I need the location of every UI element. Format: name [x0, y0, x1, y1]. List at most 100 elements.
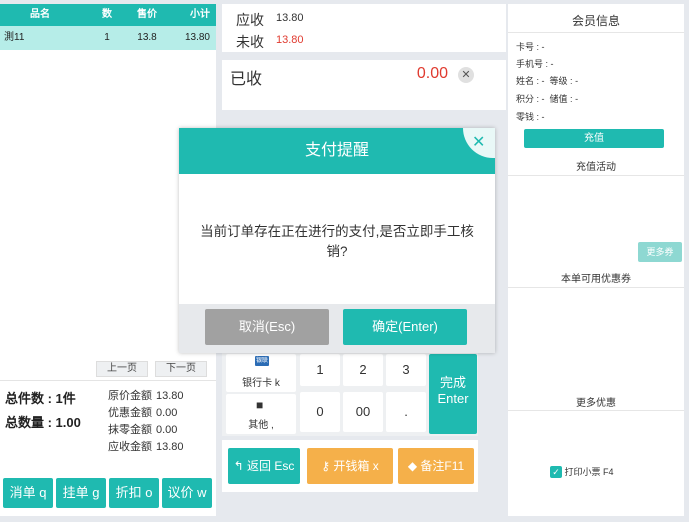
remark-label: 备注F11: [420, 459, 465, 473]
phone-label: 手机号 :: [516, 59, 549, 69]
receivable-amount-value: 13.80: [156, 441, 184, 453]
bargain-button[interactable]: 议价 w: [162, 478, 212, 508]
discount-amount-label: 优惠金额: [108, 407, 152, 419]
points-label: 积分 :: [516, 94, 540, 104]
change-balance: 零钱 : -: [516, 110, 545, 123]
divider: [508, 32, 684, 33]
payment-reminder-dialog: 支付提醒 ✕ 当前订单存在正在进行的支付,是否立即手工核销? 取消(Esc) 确…: [179, 128, 495, 353]
hold-order-button[interactable]: 挂单 g: [56, 478, 106, 508]
total-items: 总件数 : 1件: [5, 391, 76, 406]
checkbox-checked-icon[interactable]: ✓: [550, 465, 562, 478]
remark-button[interactable]: ◆ 备注F11: [398, 448, 474, 484]
original-amount-label: 原价金额: [108, 390, 152, 402]
cell-qty: 1: [104, 32, 110, 43]
due-value: 13.80: [276, 12, 304, 24]
name-label: 姓名 :: [516, 76, 540, 86]
recharge-button[interactable]: 充值: [524, 129, 664, 148]
unionpay-icon: 银联: [255, 356, 269, 366]
col-header-subtotal: 小计: [190, 9, 210, 20]
discount-amount: 优惠金额 0.00: [108, 404, 177, 420]
receivable-amount: 应收金额 13.80: [108, 438, 184, 454]
open-drawer-label: 开钱箱 x: [333, 459, 379, 473]
complete-button[interactable]: 完成 Enter: [429, 354, 477, 434]
divider: [508, 410, 684, 411]
bank-card-label: 银行卡 k: [242, 378, 280, 389]
other-payment-label: 其他 ,: [248, 420, 274, 431]
received-label: 已收: [230, 71, 263, 88]
cell-subtotal: 13.80: [184, 32, 210, 43]
divider: [508, 175, 684, 176]
prev-page-button[interactable]: 上一页: [96, 361, 148, 377]
more-coupons-button[interactable]: 更多券: [638, 242, 682, 262]
original-amount: 原价金额 13.80: [108, 387, 184, 403]
complete-key-label: Enter: [437, 391, 469, 406]
confirm-button[interactable]: 确定(Enter): [343, 309, 467, 345]
back-icon: ↰: [233, 459, 248, 473]
points-stored: 积分 : - 储值 : -: [516, 92, 578, 105]
back-label: 返回 Esc: [247, 459, 295, 473]
clear-received-icon[interactable]: ✕: [458, 67, 474, 83]
received-panel: 已收 0.00 ✕: [222, 60, 506, 110]
dialog-footer: 取消(Esc) 确定(Enter): [179, 304, 495, 353]
cancel-order-button[interactable]: 消单 q: [3, 478, 53, 508]
total-qty: 总数量 : 1.00: [5, 415, 81, 430]
print-receipt-label: 打印小票 F4: [564, 467, 614, 477]
dialog-title: 支付提醒: [179, 128, 495, 174]
col-header-name: 品名: [30, 9, 50, 20]
key-2[interactable]: 2: [343, 354, 383, 386]
key-icon: ⚷: [321, 459, 334, 473]
stored-value: -: [575, 94, 579, 104]
complete-label: 完成: [439, 375, 466, 390]
more-offers-title: 更多优惠: [576, 398, 616, 409]
other-payment-button[interactable]: ■ 其他 ,: [226, 394, 296, 434]
name-value: -: [541, 76, 545, 86]
dialog-message: 当前订单存在正在进行的支付,是否立即手工核销?: [200, 224, 474, 259]
cancel-button[interactable]: 取消(Esc): [205, 309, 329, 345]
stored-label: 储值 :: [549, 94, 573, 104]
divider: [0, 380, 216, 381]
rounding-amount-label: 抹零金额: [108, 424, 152, 436]
payment-keypad: 银联 银行卡 k ■ 其他 , 1 2 3 0 00 . 完成 Enter: [222, 350, 478, 436]
close-icon: ✕: [472, 134, 486, 151]
print-receipt-option[interactable]: ✓ 打印小票 F4: [550, 465, 614, 478]
card-value: -: [541, 42, 545, 52]
key-0[interactable]: 0: [300, 392, 340, 432]
table-row[interactable]: 測11 1 13.8 13.80: [0, 26, 216, 50]
discount-amount-value: 0.00: [156, 407, 178, 419]
next-page-button[interactable]: 下一页: [155, 361, 207, 377]
discount-button[interactable]: 折扣 o: [109, 478, 159, 508]
cart-grid-header: 品名 数量 售价 小计: [0, 4, 216, 42]
key-1[interactable]: 1: [300, 354, 340, 386]
change-label: 零钱 :: [516, 112, 540, 122]
rounding-amount: 抹零金额 0.00: [108, 421, 177, 437]
cell-name: 測11: [4, 32, 25, 43]
phone-value: -: [550, 59, 554, 69]
rounding-amount-value: 0.00: [156, 424, 178, 436]
open-drawer-button[interactable]: ⚷ 开钱箱 x: [307, 448, 393, 484]
unpaid-label: 未收: [236, 34, 264, 50]
original-amount-value: 13.80: [156, 390, 184, 402]
recharge-activity-title: 充值活动: [576, 162, 616, 173]
change-value: -: [541, 112, 545, 122]
back-button[interactable]: ↰ 返回 Esc: [228, 448, 300, 484]
dialog-body: 当前订单存在正在进行的支付,是否立即手工核销?: [179, 174, 495, 304]
due-label: 应收: [236, 12, 264, 28]
grid-icon: ■: [256, 398, 264, 412]
key-00[interactable]: 00: [343, 392, 383, 432]
unpaid-value: 13.80: [276, 34, 304, 46]
key-3[interactable]: 3: [386, 354, 426, 386]
phone-number: 手机号 : -: [516, 57, 554, 70]
member-panel: 会员信息 卡号 : - 手机号 : - 姓名 : - 等级 : - 积分 : -…: [508, 4, 684, 516]
receivable-amount-label: 应收金额: [108, 441, 152, 453]
level-label: 等级 :: [549, 76, 573, 86]
amount-due-panel: 应收 13.80 未收 13.80: [222, 4, 506, 52]
bank-card-button[interactable]: 银联 银行卡 k: [226, 354, 296, 392]
points-value: -: [541, 94, 545, 104]
card-number: 卡号 : -: [516, 40, 545, 53]
key-dot[interactable]: .: [386, 392, 426, 432]
action-bar: ↰ 返回 Esc ⚷ 开钱箱 x ◆ 备注F11: [222, 440, 478, 492]
cell-price: 13.8: [137, 32, 157, 43]
col-header-price: 售价: [137, 9, 157, 20]
tag-icon: ◆: [407, 459, 421, 473]
level-value: -: [575, 76, 579, 86]
